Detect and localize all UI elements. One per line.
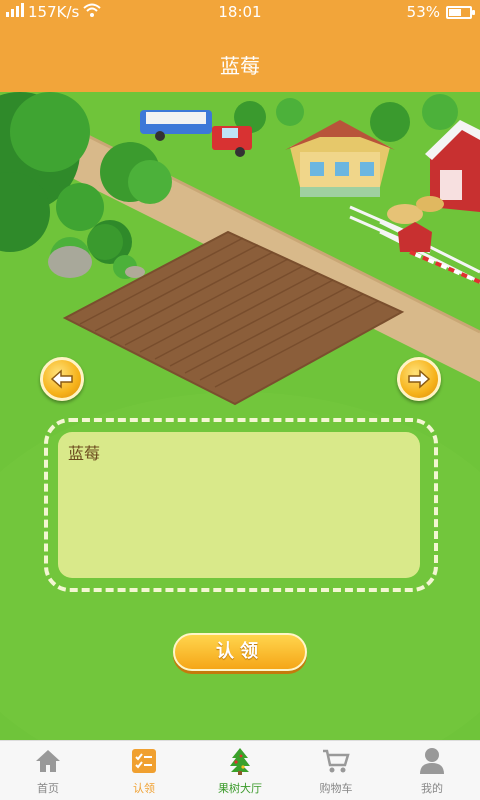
- tab-claim[interactable]: 认领: [96, 741, 192, 800]
- cart-icon: [321, 747, 351, 775]
- crop-name: 蓝莓: [68, 444, 101, 463]
- arrow-right-icon: [408, 369, 431, 389]
- battery-fill: [449, 8, 461, 16]
- tab-label: 我的: [421, 782, 443, 795]
- home-icon: [33, 747, 63, 775]
- crop-info-panel: 蓝莓: [58, 432, 420, 578]
- arrow-left-icon: [50, 369, 73, 389]
- page-title: 蓝莓: [220, 54, 260, 78]
- tab-fruit-tree-hall[interactable]: 果树大厅: [192, 741, 288, 800]
- status-bar: 157K/s 18:01 53%: [0, 0, 480, 26]
- tab-cart[interactable]: 购物车: [288, 741, 384, 800]
- tab-label: 首页: [37, 782, 59, 795]
- tab-mine[interactable]: 我的: [384, 741, 480, 800]
- tab-label: 购物车: [319, 782, 353, 795]
- tree-icon: [225, 747, 255, 775]
- battery-icon: [446, 5, 475, 19]
- next-crop-button[interactable]: [397, 357, 441, 401]
- tab-label: 认领: [133, 782, 155, 795]
- app-header: 157K/s 18:01 53% 蓝莓: [0, 0, 480, 92]
- prev-crop-button[interactable]: [40, 357, 84, 401]
- bottom-tab-bar: 首页 认领 果树大厅 购物车 我的: [0, 740, 480, 800]
- claim-list-icon: [129, 747, 159, 775]
- tab-label: 果树大厅: [218, 782, 262, 795]
- user-icon: [417, 747, 447, 775]
- tab-home[interactable]: 首页: [0, 741, 96, 800]
- battery-percent: 53%: [406, 3, 440, 21]
- claim-button[interactable]: 认领: [173, 633, 307, 671]
